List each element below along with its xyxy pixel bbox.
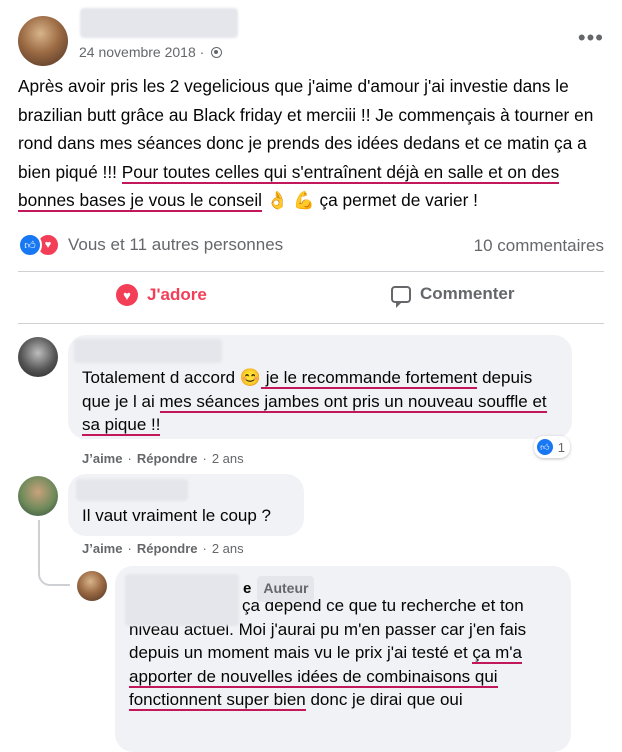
reply-author-redacted[interactable] [125,574,239,626]
comment1-like-badge[interactable]: 👍︎ 1 [533,436,570,458]
reply-author-avatar[interactable] [77,571,107,601]
comment1-highlight1: je le recommande fortement [260,368,478,389]
post-date-text: 24 novembre 2018 · [79,44,205,60]
comment1-avatar[interactable] [18,337,58,377]
comment2-time[interactable]: 2 ans [212,541,244,556]
separator-dot: · [127,451,132,466]
more-options-icon[interactable]: ••• [578,27,604,49]
reply-author-name-tail[interactable]: e [243,577,251,601]
comment-button[interactable]: Commenter [391,284,515,308]
divider-bottom [18,323,604,324]
separator-dot: · [202,541,207,556]
globe-icon [211,46,223,58]
comment2-reply-link[interactable]: Répondre [137,541,198,556]
comment1-meta: J’aime · Répondre · 2 ans [82,451,244,466]
comment-button-label: Commenter [420,284,515,303]
post-author-avatar[interactable] [18,16,68,66]
love-button-label: J'adore [147,285,207,304]
like-badge-icon: 👍︎ [535,438,554,456]
like-reaction-icon: 👍︎ [18,233,42,257]
reply-thread-curve [38,552,70,586]
smile-emoji: 😊 [239,368,261,387]
reply-name-badge: e Auteur [243,576,315,602]
separator-dot: · [202,451,207,466]
comment2-text: Il vaut vraiment le coup ? [82,506,271,525]
post-text-part2: ça permet de varier ! [319,190,478,211]
comment1-like-link[interactable]: J’aime [82,451,122,466]
comment2-avatar[interactable] [18,476,58,516]
comment1-bubble: Totalement d accord 😊 je le recommande f… [68,335,572,439]
comment2-author-redacted[interactable] [76,479,188,501]
comment1-reply-link[interactable]: Répondre [137,451,198,466]
comment1-like-count: 1 [557,439,565,455]
comments-count[interactable]: 10 commentaires [474,236,604,256]
heart-icon: ♥ [116,284,138,306]
comment2-like-link[interactable]: J’aime [82,541,122,556]
comment-icon [391,285,411,308]
comment1-text-pre: Totalement d accord [82,368,240,387]
reactions-summary[interactable]: 👍︎ ♥ Vous et 11 autres personnes [18,233,283,257]
post-emoji: 👌 💪 [262,190,320,211]
reactions-text: Vous et 11 autres personnes [68,235,284,254]
post-author-name-redacted[interactable] [80,8,238,38]
comment2-meta: J’aime · Répondre · 2 ans [82,541,244,556]
comment2-bubble: Il vaut vraiment le coup ? [68,474,304,536]
divider-top [18,271,604,272]
comment1-time[interactable]: 2 ans [212,451,244,466]
comment1-author-redacted[interactable] [74,339,222,363]
author-badge: Auteur [257,576,315,602]
reply-bubble: e Auteur ça dépend ce que tu recherche e… [115,566,571,752]
post-timestamp[interactable]: 24 novembre 2018 · [79,44,223,60]
reply-text-end: donc je dirai que oui [305,690,463,709]
separator-dot: · [127,541,132,556]
love-button[interactable]: ♥ J'adore [116,284,207,306]
post-text: Après avoir pris les 2 vegelicious que j… [18,72,614,215]
